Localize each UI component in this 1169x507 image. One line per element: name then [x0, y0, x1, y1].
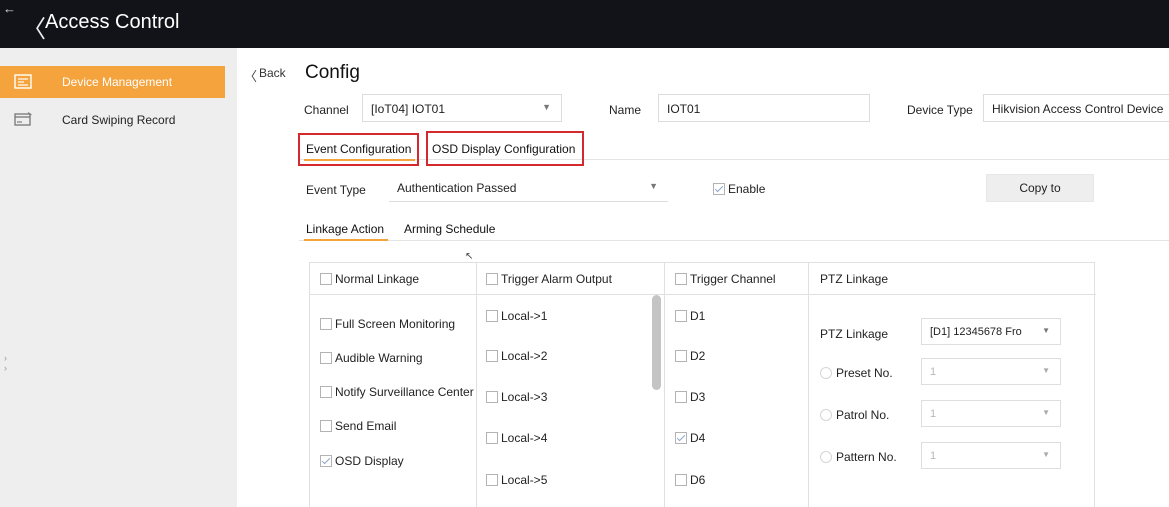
list-item[interactable]: Local->5 [486, 473, 547, 487]
device-type-label: Device Type [907, 103, 973, 117]
preset-value: 1 [930, 366, 937, 378]
copy-to-button[interactable]: Copy to [986, 174, 1094, 202]
list-item[interactable]: Local->1 [486, 309, 547, 323]
tab-arming-schedule[interactable]: Arming Schedule [404, 222, 495, 236]
list-item[interactable]: Local->3 [486, 390, 547, 404]
mouse-cursor-icon: ↖ [465, 251, 474, 262]
pattern-value: 1 [930, 450, 937, 462]
event-type-label: Event Type [306, 183, 366, 197]
checkbox-icon[interactable] [675, 273, 687, 285]
checkbox-icon[interactable] [320, 386, 332, 398]
patrol-value: 1 [930, 408, 937, 420]
checkbox-icon[interactable] [486, 391, 498, 403]
checkbox-icon[interactable] [320, 352, 332, 364]
radio-icon[interactable] [820, 451, 832, 463]
checkbox-checked-icon[interactable] [675, 432, 687, 444]
ptz-linkage-value: [D1] 12345678 Fro [930, 326, 1022, 338]
chevron-left-icon[interactable]: 〈 [22, 9, 46, 44]
back-arrow-icon[interactable]: ← [3, 1, 16, 16]
checkbox-checked-icon[interactable] [713, 183, 725, 195]
checkbox-icon[interactable] [486, 474, 498, 486]
checkbox-icon[interactable] [675, 350, 687, 362]
chevron-down-icon: ▼ [649, 181, 658, 191]
list-item[interactable]: D4 [675, 431, 705, 445]
chevron-down-icon: ▼ [542, 102, 551, 112]
ptz-linkage-select[interactable]: [D1] 12345678 Fro ▼ [921, 318, 1061, 345]
normal-linkage-header[interactable]: Normal Linkage [320, 272, 419, 286]
title-bar: ← 〈 Access Control [0, 0, 1169, 48]
page-title: Config [305, 62, 360, 83]
checkbox-icon[interactable] [675, 310, 687, 322]
name-field[interactable]: IOT01 [658, 94, 870, 122]
name-label: Name [609, 103, 642, 117]
patrol-select[interactable]: 1 ▼ [921, 400, 1061, 427]
device-type-field: Hikvision Access Control Device [983, 94, 1169, 122]
sidebar-item-card-swiping-record[interactable]: Card Swiping Record [0, 104, 225, 136]
checkbox-icon[interactable] [320, 318, 332, 330]
radio-icon[interactable] [820, 409, 832, 421]
preset-radio[interactable]: Preset No. [820, 366, 893, 380]
checkbox-icon[interactable] [675, 474, 687, 486]
highlight-box [298, 133, 419, 166]
sidebar-item-device-management[interactable]: Device Management [0, 66, 225, 98]
sidebar: Device Management Card Swiping Record › › [0, 48, 237, 507]
event-type-value: Authentication Passed [397, 181, 517, 195]
channel-value: [IoT04] IOT01 [371, 102, 446, 116]
list-item[interactable]: D1 [675, 309, 705, 323]
subtabs-divider [299, 240, 1169, 241]
preset-select[interactable]: 1 ▼ [921, 358, 1061, 385]
patrol-radio[interactable]: Patrol No. [820, 408, 889, 422]
chevron-down-icon: ▼ [1042, 366, 1050, 375]
list-item[interactable]: Notify Surveillance Center [320, 385, 474, 399]
name-value: IOT01 [667, 102, 701, 116]
checkbox-icon[interactable] [320, 420, 332, 432]
card-swiping-icon [14, 112, 32, 126]
radio-icon[interactable] [820, 367, 832, 379]
list-item[interactable]: Send Email [320, 419, 396, 433]
app-title: Access Control [45, 11, 180, 33]
list-item[interactable]: D3 [675, 390, 705, 404]
list-item[interactable]: Local->2 [486, 349, 547, 363]
list-item[interactable]: D2 [675, 349, 705, 363]
sidebar-item-label: Card Swiping Record [62, 113, 176, 127]
chevron-down-icon: ▼ [1042, 408, 1050, 417]
channel-label: Channel [304, 103, 349, 117]
device-management-icon [14, 74, 32, 89]
list-item[interactable]: D6 [675, 473, 705, 487]
checkbox-checked-icon[interactable] [320, 455, 332, 467]
chevron-down-icon: ▼ [1042, 326, 1050, 335]
pattern-radio[interactable]: Pattern No. [820, 450, 897, 464]
ptz-linkage-header: PTZ Linkage [820, 272, 889, 286]
checkbox-icon[interactable] [320, 273, 332, 285]
event-type-select[interactable]: Authentication Passed ▼ [389, 174, 668, 202]
sidebar-item-label: Device Management [62, 75, 173, 89]
sidebar-resize-handle-icon[interactable]: › › [4, 353, 7, 373]
trigger-alarm-output-header[interactable]: Trigger Alarm Output [486, 272, 612, 286]
back-link[interactable]: Back [259, 66, 286, 80]
tab-linkage-action[interactable]: Linkage Action [306, 222, 384, 236]
checkbox-icon[interactable] [486, 350, 498, 362]
checkbox-icon[interactable] [486, 432, 498, 444]
scrollbar[interactable] [652, 295, 661, 390]
list-item[interactable]: Audible Warning [320, 351, 423, 365]
checkbox-icon[interactable] [675, 391, 687, 403]
main-content: 〈 Back Config Channel [IoT04] IOT01 ▼ Na… [237, 48, 1169, 507]
enable-checkbox[interactable]: Enable [713, 182, 765, 196]
trigger-channel-header[interactable]: Trigger Channel [675, 272, 776, 286]
channel-select[interactable]: [IoT04] IOT01 ▼ [362, 94, 562, 122]
enable-label: Enable [728, 182, 766, 196]
chevron-down-icon: ▼ [1042, 450, 1050, 459]
highlight-box [426, 131, 584, 166]
device-type-value: Hikvision Access Control Device [992, 102, 1164, 116]
checkbox-icon[interactable] [486, 310, 498, 322]
list-item[interactable]: OSD Display [320, 454, 404, 468]
list-item[interactable]: Full Screen Monitoring [320, 317, 455, 331]
pattern-select[interactable]: 1 ▼ [921, 442, 1061, 469]
back-chevron-icon[interactable]: 〈 [244, 66, 257, 85]
checkbox-icon[interactable] [486, 273, 498, 285]
ptz-linkage-label: PTZ Linkage [820, 327, 889, 341]
active-subtab-indicator [304, 239, 388, 241]
list-item[interactable]: Local->4 [486, 431, 547, 445]
